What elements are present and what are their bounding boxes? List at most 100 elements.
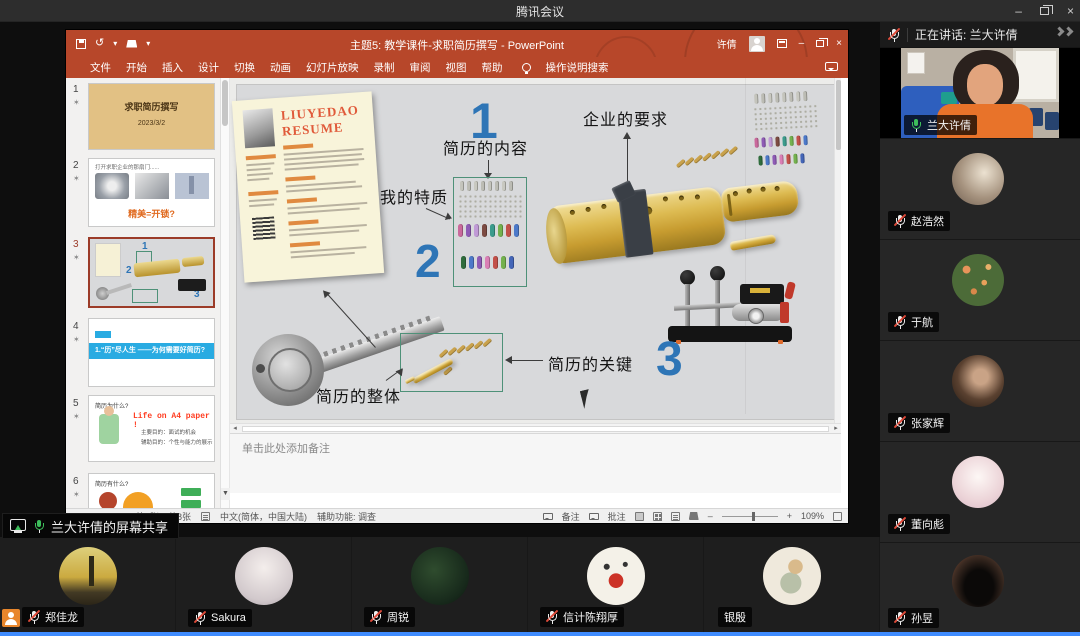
participant-tile[interactable]: 张家辉 (880, 340, 1080, 441)
tab-design[interactable]: 设计 (198, 60, 219, 75)
zoom-in-button[interactable]: + (787, 511, 792, 521)
tell-me-search[interactable]: 操作说明搜索 (546, 60, 609, 75)
tab-review[interactable]: 审阅 (410, 60, 431, 75)
account-name[interactable]: 许倩 (717, 36, 737, 51)
slide2-line: 打开求职企业的那扇门...... (95, 163, 159, 171)
participant-tile[interactable]: Sakura (176, 537, 352, 632)
slide6-green-box (181, 488, 201, 496)
mic-muted-icon (546, 610, 558, 624)
colored-pins-row (459, 256, 515, 274)
zoom-level[interactable]: 109% (801, 511, 824, 521)
screen-share-icon (9, 518, 27, 534)
resume-image: LIUYEDAO RESUME (232, 91, 384, 282)
slide-number: 3 (73, 239, 79, 250)
participant-name: Sakura (211, 612, 246, 624)
mic-muted-icon (370, 610, 382, 624)
view-reading-button[interactable] (671, 512, 680, 521)
ppt-restore-icon[interactable] (816, 40, 824, 47)
tab-home[interactable]: 开始 (126, 60, 147, 75)
tab-help[interactable]: 帮助 (482, 60, 503, 75)
spellcheck-icon[interactable] (201, 512, 210, 521)
notes-pane[interactable]: 单击此处添加备注 (230, 433, 841, 493)
screen-share-label: 兰大许倩的屏幕共享 (51, 517, 168, 536)
comments-icon[interactable] (825, 62, 838, 71)
comments-toggle[interactable]: 批注 (608, 510, 626, 523)
panel-scrollbar[interactable]: ▼ (221, 78, 230, 508)
participant-tile[interactable]: 郑佳龙 (0, 537, 176, 632)
number-2: 2 (415, 238, 441, 284)
participant-name: 周锐 (387, 609, 409, 625)
app-titlebar: 腾讯会议 – × (0, 0, 1080, 22)
tab-slideshow[interactable]: 幻灯片放映 (306, 60, 359, 75)
avatar (952, 254, 1004, 306)
participant-tile[interactable]: 于航 (880, 239, 1080, 340)
account-avatar[interactable] (749, 36, 765, 52)
participant-tile[interactable]: 董向彪 (880, 441, 1080, 542)
slide-thumb-3-selected[interactable]: 1 2 3 (88, 237, 215, 308)
tab-transitions[interactable]: 切换 (234, 60, 255, 75)
zoom-out-button[interactable]: – (708, 511, 713, 521)
mic-active-icon (910, 118, 922, 132)
collapse-sidebar-button[interactable] (1056, 28, 1072, 35)
participant-tile[interactable]: 周锐 (352, 537, 528, 632)
scroll-down-button[interactable]: ▼ (221, 488, 230, 500)
participant-name: 赵浩然 (911, 213, 944, 229)
chevron-down-icon[interactable]: ▾ (113, 39, 117, 48)
slide-thumb-4[interactable]: 1.“历”尽人生 ——为何需要好简历? (88, 318, 215, 387)
slide-thumb-6[interactable]: 简历有什么? (88, 473, 215, 508)
tab-record[interactable]: 录制 (374, 60, 395, 75)
ribbon-display-icon[interactable] (777, 39, 787, 48)
ppt-minimize-icon[interactable]: – (799, 38, 805, 49)
fit-to-window-icon[interactable] (833, 512, 842, 521)
tab-view[interactable]: 视图 (446, 60, 467, 75)
animation-star-icon: ✶ (73, 335, 80, 344)
slide-number: 2 (73, 160, 79, 171)
participant-tile[interactable]: 孙昱 (880, 542, 1080, 636)
mic-muted-icon (194, 611, 206, 625)
slide-vertical-scrollbar[interactable] (834, 78, 841, 423)
notes-toggle-icon (543, 513, 553, 520)
close-icon[interactable]: × (1067, 4, 1074, 18)
view-sorter-button[interactable] (653, 512, 662, 521)
participant-tile[interactable]: 信计陈翔厚 (528, 537, 704, 632)
pin-rod-image (135, 173, 169, 199)
mic-muted-icon (894, 416, 906, 430)
participant-tile[interactable]: 赵浩然 (880, 138, 1080, 239)
ribbon-tabs: 文件 开始 插入 设计 切换 动画 幻灯片放映 录制 审阅 视图 帮助 操作说明… (66, 57, 848, 78)
save-icon[interactable] (76, 39, 86, 49)
customize-qat-icon[interactable]: ▾ (146, 39, 150, 48)
tab-animations[interactable]: 动画 (270, 60, 291, 75)
slide-canvas[interactable]: LIUYEDAO RESUME (230, 78, 841, 423)
animation-star-icon: ✶ (73, 412, 80, 421)
view-normal-button[interactable] (635, 512, 644, 521)
undo-icon[interactable]: ↺ (95, 38, 104, 49)
accessibility-status[interactable]: 辅助功能: 调查 (317, 510, 376, 523)
animation-star-icon: ✶ (73, 98, 80, 107)
restore-icon[interactable] (1040, 7, 1049, 15)
my-mic-muted-icon[interactable] (888, 28, 900, 42)
mic-active-icon (33, 519, 45, 533)
mic-muted-icon (894, 214, 906, 228)
ppt-close-icon[interactable]: × (836, 38, 842, 49)
tab-insert[interactable]: 插入 (162, 60, 183, 75)
ppt-titlebar: ↺ ▾ ▾ 主题5: 教学课件-求职简历撰写 - PowerPoint 许倩 –… (66, 30, 848, 57)
view-slideshow-button[interactable] (689, 512, 699, 520)
language-status[interactable]: 中文(简体，中国大陆) (220, 510, 307, 523)
avatar (952, 555, 1004, 607)
speaker-video-tile[interactable]: 兰大许倩 (880, 48, 1080, 138)
tab-file[interactable]: 文件 (90, 60, 111, 75)
avatar (952, 355, 1004, 407)
slide-horizontal-scrollbar[interactable]: ◂ ▸ (230, 423, 841, 433)
notes-toggle[interactable]: 备注 (562, 510, 580, 523)
slide-thumb-2[interactable]: 打开求职企业的那扇门...... 精美=开锁? (88, 158, 215, 227)
mic-muted-icon (894, 517, 906, 531)
minimize-icon[interactable]: – (1015, 4, 1022, 18)
zoom-slider[interactable] (722, 516, 778, 517)
slide-thumb-5[interactable]: 简历为什么? Life on A4 paper ! 主要目的：面试的机会 辅助目… (88, 395, 215, 462)
slide-thumb-1[interactable]: 求职简历撰写 2023/3/2 (88, 83, 215, 150)
mic-muted-icon (894, 611, 906, 625)
participant-tile[interactable]: 银殷 (704, 537, 880, 632)
slide-number: 6 (73, 476, 79, 487)
tencent-meeting-window: 腾讯会议 – × ↺ ▾ ▾ 主题5: 教学课件-求职简历撰写 - PowerP… (0, 0, 1080, 636)
start-slideshow-icon[interactable] (126, 40, 137, 48)
